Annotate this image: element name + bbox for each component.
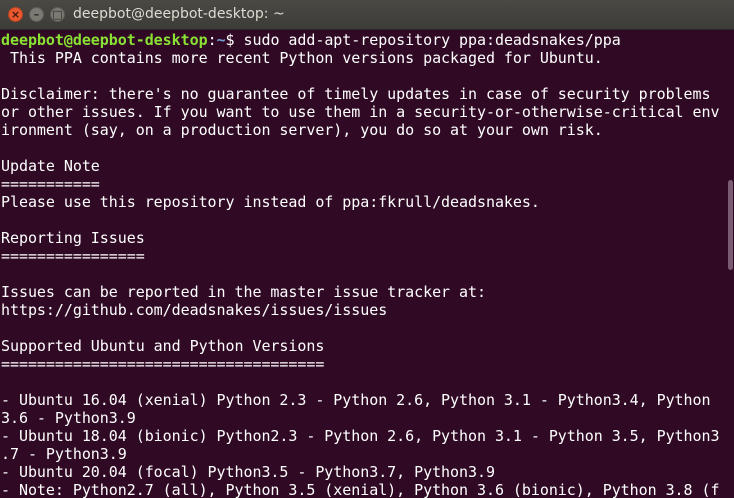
title-bar[interactable]: × – □ deepbot@deepbot-desktop: ~ <box>0 0 734 30</box>
terminal-window: × – □ deepbot@deepbot-desktop: ~ deepbot… <box>0 0 734 498</box>
output-line: or other issues. If you want to use them… <box>1 103 720 121</box>
terminal-lines: deepbot@deepbot-desktop:~$ sudo add-apt-… <box>1 31 720 498</box>
close-icon: × <box>10 8 21 21</box>
close-button[interactable]: × <box>8 7 23 22</box>
scrollbar[interactable] <box>726 30 734 498</box>
minimize-button[interactable]: – <box>29 7 44 22</box>
output-line: .7 - Python3.9 <box>1 445 127 463</box>
output-line: https://github.com/deadsnakes/issues/iss… <box>1 301 388 319</box>
prompt-colon: : <box>207 31 217 49</box>
output-line: ==================================== <box>1 355 325 373</box>
prompt-command: sudo add-apt-repository ppa:deadsnakes/p… <box>234 31 621 49</box>
prompt-dollar: $ <box>225 31 235 49</box>
maximize-button[interactable]: □ <box>50 7 65 22</box>
output-line: Supported Ubuntu and Python Versions <box>1 337 325 355</box>
output-line: - Ubuntu 16.04 (xenial) Python 2.3 - Pyt… <box>1 391 711 409</box>
scroll-thumb[interactable] <box>728 180 733 270</box>
output-line: =========== <box>1 175 100 193</box>
prompt-user-host: deepbot@deepbot-desktop <box>1 31 208 49</box>
output-line: This PPA contains more recent Python ver… <box>1 49 603 67</box>
output-line: Reporting Issues <box>1 229 145 247</box>
output-line: - Ubuntu 20.04 (focal) Python3.5 - Pytho… <box>1 463 495 481</box>
output-line: - Ubuntu 18.04 (bionic) Python2.3 - Pyth… <box>1 427 720 445</box>
output-line: Update Note <box>1 157 100 175</box>
output-line: Please use this repository instead of pp… <box>1 193 540 211</box>
output-line: ================ <box>1 247 145 265</box>
prompt-path: ~ <box>216 31 226 49</box>
maximize-icon: □ <box>52 8 63 21</box>
output-line: Issues can be reported in the master iss… <box>1 283 486 301</box>
terminal-output[interactable]: deepbot@deepbot-desktop:~$ sudo add-apt-… <box>0 30 734 498</box>
output-line: - Note: Python2.7 (all), Python 3.5 (xen… <box>1 481 720 498</box>
prompt-line: deepbot@deepbot-desktop:~$ sudo add-apt-… <box>1 31 719 49</box>
minimize-icon: – <box>33 8 40 21</box>
output-line: ironment (say, on a production server), … <box>1 121 603 139</box>
output-line: Disclaimer: there's no guarantee of time… <box>1 85 711 103</box>
window-title: deepbot@deepbot-desktop: ~ <box>73 6 285 22</box>
output-line: 3.6 - Python3.9 <box>1 409 136 427</box>
